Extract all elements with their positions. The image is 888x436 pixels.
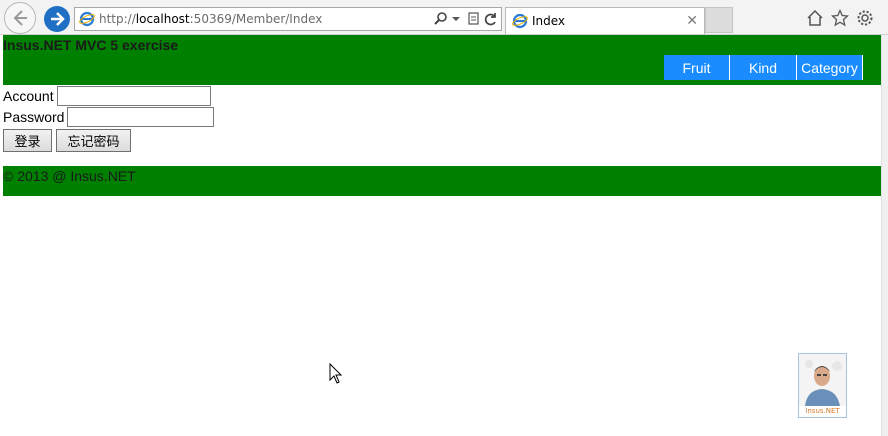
mouse-cursor-icon — [329, 363, 343, 384]
forgot-password-button[interactable]: 忘记密码 — [56, 129, 131, 152]
refresh-icon[interactable] — [483, 11, 499, 27]
person-photo-icon — [799, 354, 846, 406]
account-row: Account — [3, 86, 211, 106]
search-icon[interactable] — [433, 11, 449, 27]
back-icon — [13, 10, 27, 26]
vertical-scrollbar[interactable] — [881, 35, 888, 436]
close-tab-icon[interactable]: ✕ — [686, 12, 698, 29]
page-viewport: Insus.NET MVC 5 exercise Fruit Kind Cate… — [3, 35, 881, 436]
browser-chrome: http://localhost:50369/Member/Index Inde… — [0, 0, 888, 35]
copyright-text: © 2013 @ Insus.NET — [3, 168, 136, 184]
site-header: Insus.NET MVC 5 exercise Fruit Kind Cate… — [3, 35, 881, 85]
avatar[interactable]: Insus.NET — [798, 353, 847, 418]
password-input[interactable] — [67, 107, 215, 127]
new-tab-button[interactable] — [705, 7, 733, 33]
account-input[interactable] — [56, 86, 211, 106]
site-title: Insus.NET MVC 5 exercise — [3, 37, 179, 53]
favorites-star-icon[interactable] — [831, 9, 849, 27]
main-menu: Fruit Kind Category — [664, 55, 863, 80]
tab-title: Index — [532, 14, 566, 28]
settings-gear-icon[interactable] — [856, 9, 874, 27]
menu-item-fruit[interactable]: Fruit — [664, 55, 730, 80]
dropdown-icon[interactable] — [451, 14, 461, 24]
forward-button[interactable] — [44, 6, 70, 32]
menu-item-category[interactable]: Category — [797, 55, 863, 80]
menu-item-kind[interactable]: Kind — [730, 55, 797, 80]
password-label: Password — [3, 109, 65, 125]
avatar-caption: Insus.NET — [805, 407, 840, 415]
forward-icon — [51, 12, 65, 26]
password-row: Password — [3, 107, 215, 127]
url-text: http://localhost:50369/Member/Index — [99, 12, 323, 26]
ie-page-icon — [512, 13, 528, 29]
ie-page-icon — [79, 11, 95, 27]
back-button[interactable] — [4, 2, 36, 34]
compat-view-icon[interactable] — [467, 11, 481, 27]
site-footer: © 2013 @ Insus.NET — [3, 166, 881, 196]
home-icon[interactable] — [806, 9, 824, 27]
tab-index[interactable]: Index ✕ — [505, 7, 705, 34]
account-label: Account — [3, 88, 54, 104]
address-bar[interactable]: http://localhost:50369/Member/Index — [74, 7, 502, 31]
login-button[interactable]: 登录 — [3, 129, 52, 152]
